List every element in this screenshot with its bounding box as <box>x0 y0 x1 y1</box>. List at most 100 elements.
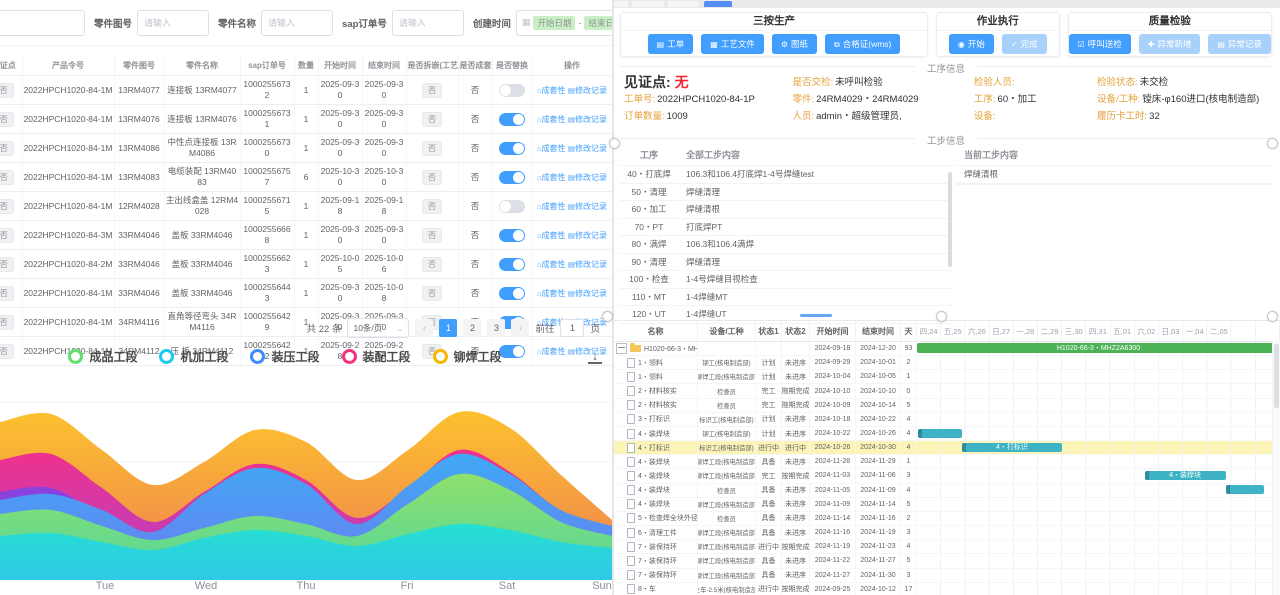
set-link[interactable]: ⌂成套性 <box>537 289 566 298</box>
gantt-row[interactable]: 8・车立车-2.5米(核电制造部)进行中按期完成2024-09-252024-1… <box>614 583 1280 595</box>
date-end-placeholder[interactable]: 结束日期 <box>584 16 612 30</box>
pane-handle[interactable] <box>602 311 613 322</box>
gantt-bar[interactable]: 4・打标识 <box>962 443 1062 452</box>
合格证(wms)-button[interactable]: ⧉合格证(wms) <box>825 34 900 54</box>
工单-button[interactable]: ▤工单 <box>648 34 694 54</box>
page-size-select[interactable]: 10条/页⌄ <box>347 318 409 338</box>
replace-toggle[interactable] <box>499 113 525 126</box>
download-icon[interactable]: ↓ <box>588 349 602 364</box>
set-link[interactable]: ⌂成套性 <box>537 260 566 269</box>
gantt-row[interactable]: 7・装保持环铆焊工段(核电制造部)具备未进序2024-11-272024-11-… <box>614 569 1280 583</box>
set-link[interactable]: ⌂成套性 <box>537 115 566 124</box>
current-step-row[interactable]: 焊缝清根 <box>956 166 1272 184</box>
step-row[interactable]: 110・MT1-4焊缝MT <box>620 289 952 307</box>
gantt-scrollbar-thumb[interactable] <box>1274 344 1279 408</box>
pane-handle[interactable] <box>1267 311 1278 322</box>
filter-input[interactable] <box>137 10 209 36</box>
异常记录-button[interactable]: ▤异常记录 <box>1208 34 1271 54</box>
prev-page-button[interactable]: ‹ <box>415 319 433 337</box>
record-link[interactable]: ▤修改记录 <box>568 86 607 95</box>
gantt-row[interactable]: 5・检查焊全块外径检查员具备未进序2024-11-142024-11-162 <box>614 512 1280 526</box>
record-link[interactable]: ▤修改记录 <box>568 173 607 182</box>
horizontal-scrollbar-thumb[interactable] <box>800 314 832 317</box>
工艺文件-button[interactable]: ▦工艺文件 <box>701 34 764 54</box>
record-link[interactable]: ▤修改记录 <box>568 202 607 211</box>
set-link[interactable]: ⌂成套性 <box>537 231 566 240</box>
set-link[interactable]: ⌂成套性 <box>537 86 566 95</box>
pane-handle[interactable] <box>936 311 947 322</box>
gantt-device: 铆焊工段(核电制造部) <box>698 569 756 582</box>
replace-toggle[interactable] <box>499 142 525 155</box>
legend-item[interactable]: 成品工段 <box>68 348 137 365</box>
gantt-row[interactable]: 1・领料铆工(核电制造部)计划未进序2024-09-292024-10-012 <box>614 356 1280 370</box>
gantt-row[interactable]: 6・清理工件铆焊工段(核电制造部)具备未进序2024-11-162024-11-… <box>614 526 1280 540</box>
set-link[interactable]: ⌂成套性 <box>537 144 566 153</box>
完成-button[interactable]: ✓完成 <box>1002 34 1047 54</box>
step-row[interactable]: 90・清理焊缝清理 <box>620 254 952 272</box>
gantt-start: 2024-09-29 <box>810 356 856 369</box>
set-link[interactable]: ⌂成套性 <box>537 173 566 182</box>
record-link[interactable]: ▤修改记录 <box>568 115 607 124</box>
record-link[interactable]: ▤修改记录 <box>568 260 607 269</box>
gantt-scrollbar[interactable] <box>1272 341 1280 595</box>
tab-2[interactable] <box>632 1 664 7</box>
gantt-bar[interactable] <box>918 429 962 438</box>
gantt-bar[interactable]: 4・装焊块 <box>1145 471 1226 480</box>
gantt-bar[interactable] <box>1226 485 1265 494</box>
page-button-3[interactable]: 3 <box>487 319 505 337</box>
step-row[interactable]: 60・加工焊缝清根 <box>620 201 952 219</box>
gantt-row[interactable]: 7・装保持环铆焊工段(核电制造部)进行中按期完成2024-11-192024-1… <box>614 540 1280 554</box>
date-start-placeholder[interactable]: 开始日期 <box>533 16 575 30</box>
replace-toggle[interactable] <box>499 229 525 242</box>
pane-handle[interactable] <box>609 138 620 149</box>
step-row[interactable]: 80・满焊106.3和106.4满焊 <box>620 236 952 254</box>
replace-toggle[interactable] <box>499 84 525 97</box>
tab-1[interactable] <box>614 1 628 7</box>
step-row[interactable]: 40・打底焊106.3和106.4打底焊1-4号焊缝test <box>620 166 952 184</box>
replace-toggle[interactable] <box>499 287 525 300</box>
leading-filter-input[interactable] <box>0 10 85 36</box>
gantt-row[interactable]: 4・装焊块铆焊工段(核电制造部)具备未进序2024-11-092024-11-1… <box>614 498 1280 512</box>
date-range-picker[interactable]: ▦ 开始日期 - 结束日期 <box>516 10 612 36</box>
set-link[interactable]: ⌂成套性 <box>537 202 566 211</box>
info-label: 设备: <box>974 111 996 122</box>
gantt-row[interactable]: 2・材料核实检查员完工拖期完成2024-10-092024-10-145 <box>614 399 1280 413</box>
end-cell: 2025-09-30 <box>362 134 406 163</box>
legend-item[interactable]: 铆焊工段 <box>433 348 502 365</box>
legend-item[interactable]: 机加工段 <box>159 348 228 365</box>
collapse-icon[interactable] <box>616 343 627 354</box>
page-button-1[interactable]: 1 <box>439 319 457 337</box>
gantt-row[interactable]: 4・装焊块铆焊工段(核电制造部)具备未进序2024-11-282024-11-2… <box>614 455 1280 469</box>
record-link[interactable]: ▤修改记录 <box>568 231 607 240</box>
page-button-2[interactable]: 2 <box>463 319 481 337</box>
step-row[interactable]: 50・清理焊缝清理 <box>620 184 952 202</box>
gantt-row[interactable]: 4・打标识标识工(核电制造部)进行中进行中2024-10-262024-10-3… <box>614 441 1280 455</box>
record-link[interactable]: ▤修改记录 <box>568 144 607 153</box>
vertical-scrollbar-thumb[interactable] <box>948 172 952 267</box>
filter-input[interactable] <box>261 10 333 36</box>
next-page-button[interactable]: › <box>511 319 529 337</box>
gantt-row[interactable]: 2・材料核实检查员完工拖期完成2024-10-102024-10-100 <box>614 384 1280 398</box>
legend-item[interactable]: 装配工段 <box>342 348 411 365</box>
gantt-bar[interactable]: H1020-66-3・MHZ2A6300 <box>917 343 1280 353</box>
step-row[interactable]: 70・PT打底焊PT <box>620 219 952 237</box>
tab-3[interactable] <box>668 1 698 7</box>
图纸-button[interactable]: ⚙图纸 <box>772 34 817 54</box>
record-link[interactable]: ▤修改记录 <box>568 289 607 298</box>
呼叫送检-button[interactable]: ☑呼叫送检 <box>1069 34 1131 54</box>
step-row[interactable]: 100・检查1-4号焊缝目视检查 <box>620 271 952 289</box>
replace-toggle[interactable] <box>499 171 525 184</box>
开始-button[interactable]: ◉开始 <box>949 34 994 54</box>
legend-item[interactable]: 装压工段 <box>250 348 319 365</box>
异常新增-button[interactable]: ✚异常新增 <box>1139 34 1201 54</box>
gantt-row[interactable]: 3・打标识标识工(核电制造部)计划未进序2024-10-182024-10-22… <box>614 413 1280 427</box>
filter-input[interactable] <box>392 10 464 36</box>
tab-active[interactable] <box>704 1 732 7</box>
gantt-row[interactable]: 1・领料铆焊工段(核电制造部)计划未进序2024-10-042024-10-05… <box>614 370 1280 384</box>
goto-page-input[interactable] <box>560 319 584 337</box>
replace-toggle[interactable] <box>499 258 525 271</box>
replace-toggle[interactable] <box>499 200 525 213</box>
gantt-row[interactable]: 4・装焊块检查员具备未进序2024-11-052024-11-094 <box>614 484 1280 498</box>
pane-handle[interactable] <box>1267 138 1278 149</box>
gantt-row[interactable]: 7・装保持环铆焊工段(核电制造部)具备未进序2024-11-222024-11-… <box>614 554 1280 568</box>
